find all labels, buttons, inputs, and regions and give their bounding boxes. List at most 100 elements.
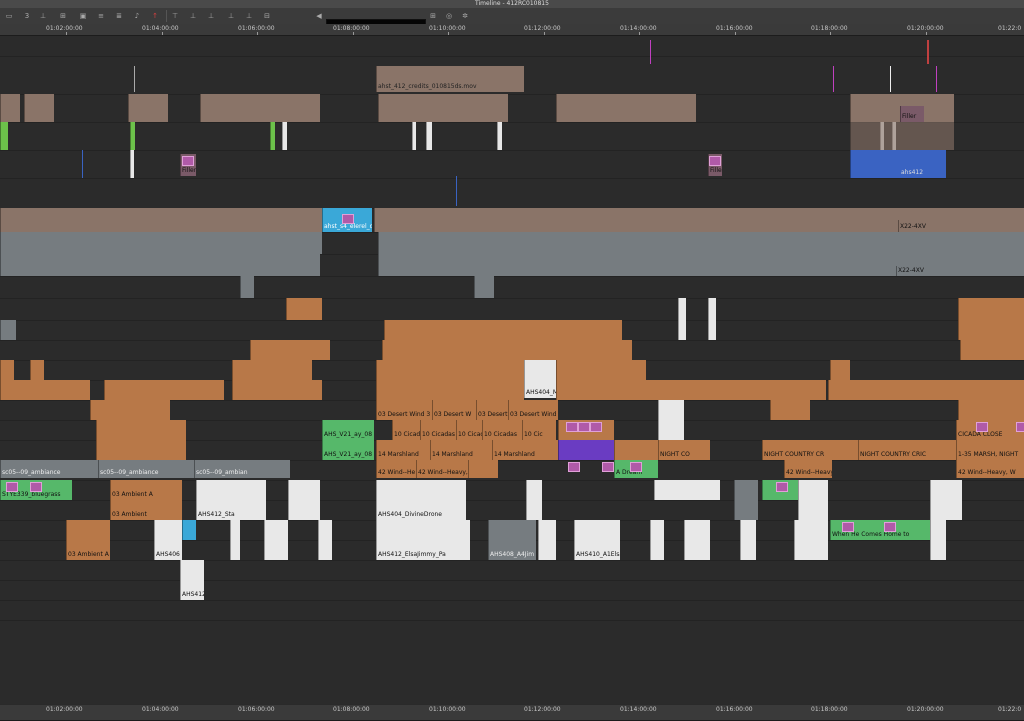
clip[interactable]	[288, 500, 320, 520]
clip-dense[interactable]	[376, 380, 524, 400]
clip-cicadas[interactable]: 10 Cicadas	[420, 420, 456, 440]
clip[interactable]	[286, 298, 322, 320]
clip-ahs412[interactable]: AHS412	[180, 560, 204, 600]
grid-icon[interactable]: ⊞	[428, 11, 438, 21]
clip[interactable]	[497, 122, 502, 150]
clip[interactable]	[426, 122, 432, 150]
clip[interactable]	[90, 400, 170, 420]
clip-night-co[interactable]: NIGHT CO	[658, 440, 710, 460]
mixer-icon[interactable]: ⊤	[170, 11, 180, 21]
clip[interactable]	[282, 122, 287, 150]
clip-night-country[interactable]: NIGHT COUNTRY CRIC	[858, 440, 956, 460]
clip[interactable]	[740, 520, 756, 560]
link-icon[interactable]: ⊥	[188, 11, 198, 21]
clip[interactable]	[270, 122, 275, 150]
marker[interactable]	[927, 40, 929, 64]
clip[interactable]	[232, 360, 312, 380]
clip[interactable]	[770, 400, 810, 420]
overwrite-icon[interactable]: ▣	[78, 11, 88, 21]
clip-cicadas[interactable]: 10 Cicad	[456, 420, 482, 440]
clip[interactable]	[614, 440, 658, 460]
clip[interactable]	[128, 94, 168, 122]
clip[interactable]	[526, 480, 542, 520]
clip[interactable]	[378, 94, 508, 122]
clip[interactable]	[684, 520, 710, 560]
clip[interactable]	[0, 360, 14, 380]
clip-ahs406[interactable]: AHS406	[154, 520, 182, 560]
clip[interactable]	[412, 122, 416, 150]
clip-x22[interactable]: X22-4XV	[898, 220, 928, 232]
clip-wind[interactable]	[468, 460, 498, 478]
clip-marsh[interactable]: 14 Marshland	[492, 440, 558, 460]
focus-icon[interactable]: ⊥	[226, 11, 236, 21]
clip-dense[interactable]	[828, 380, 1024, 400]
clip-cicada-close[interactable]: CICADA CLOSE	[956, 420, 1024, 440]
clip-wind[interactable]: 42 Wind--Heavy, W	[956, 460, 1024, 478]
clip[interactable]	[556, 94, 696, 122]
clip-dense[interactable]	[556, 380, 826, 400]
clip[interactable]	[288, 480, 320, 500]
clip[interactable]	[930, 520, 946, 560]
clip[interactable]	[850, 122, 954, 150]
clip-ambiance[interactable]: sc05--09_ambian	[194, 460, 290, 478]
clip-ahs412[interactable]: ahs412	[850, 150, 946, 178]
settings-icon[interactable]: ✲	[460, 11, 470, 21]
clip-dense[interactable]	[0, 208, 322, 232]
clip-wind[interactable]: 42 Wind--He	[376, 460, 416, 478]
clip[interactable]	[798, 480, 828, 520]
clip-dense[interactable]	[384, 320, 622, 340]
loop-icon[interactable]: ◎	[444, 11, 454, 21]
clip[interactable]	[650, 520, 664, 560]
clip[interactable]	[130, 150, 134, 178]
clip[interactable]	[958, 320, 1024, 340]
clip[interactable]	[96, 420, 186, 440]
clip-x22[interactable]: X22-4XV	[896, 266, 928, 276]
clip[interactable]	[794, 520, 828, 560]
clip[interactable]	[200, 94, 320, 122]
clip-a410[interactable]: AHS410_A1Elsa	[574, 520, 620, 560]
clip-credits[interactable]: ahst_412_credits_010815ds.mov	[376, 66, 524, 92]
timecode-ruler-bottom[interactable]: 01:02:00:00 01:04:00:00 01:06:00:00 01:0…	[0, 705, 1024, 721]
clip-cicadas[interactable]: 10 Cicadas	[482, 420, 522, 440]
clip[interactable]	[24, 94, 54, 122]
clip[interactable]	[960, 340, 1024, 360]
clip-dense[interactable]	[382, 340, 632, 360]
split-icon[interactable]: ⊥	[38, 11, 48, 21]
clip[interactable]	[240, 276, 254, 298]
clip[interactable]	[30, 360, 44, 380]
clip[interactable]	[708, 298, 716, 340]
segment-red-icon[interactable]: ↑	[150, 11, 160, 21]
clip[interactable]	[654, 480, 720, 500]
clip[interactable]	[182, 520, 196, 540]
clip[interactable]	[264, 520, 288, 560]
clip-marsh[interactable]: 14 Marshland	[430, 440, 492, 460]
trim-icon[interactable]: ≣	[114, 11, 124, 21]
clip[interactable]	[232, 380, 322, 400]
clip-divine[interactable]: AHS404_DivineDrone	[376, 480, 466, 520]
clip-marsh-night[interactable]: 1-35 MARSH, NIGHT	[956, 440, 1024, 460]
clip-dense[interactable]	[0, 254, 320, 276]
zoom-out-icon[interactable]: ⊥	[244, 11, 254, 21]
clip[interactable]	[130, 122, 135, 150]
clip[interactable]	[734, 480, 758, 520]
clip[interactable]	[538, 520, 556, 560]
clip[interactable]	[0, 320, 16, 340]
clip-cicadas[interactable]: 10 Cicada	[392, 420, 420, 440]
timecode-ruler-top[interactable]: 01:02:00:00 01:04:00:00 01:06:00:00 01:0…	[0, 24, 1024, 36]
clip[interactable]	[104, 380, 224, 400]
clip-a408[interactable]: AHS408_A4Jim	[488, 520, 536, 560]
clip-filler[interactable]: Filler	[900, 106, 924, 122]
clip-ahs412-sta[interactable]: AHS412_Sta	[196, 480, 266, 520]
clip[interactable]	[0, 94, 20, 122]
clip-elsa[interactable]: AHS412_ElsaJimmy_Pa	[376, 520, 470, 560]
clip[interactable]	[658, 400, 684, 440]
clip[interactable]	[558, 440, 614, 460]
clip-dense[interactable]	[556, 360, 646, 380]
clip-ambiance[interactable]: sc05--09_ambiance	[0, 460, 98, 478]
clip[interactable]	[678, 298, 686, 340]
clip-ambiance[interactable]: sc05--09_ambiance	[98, 460, 194, 478]
clip-ahs-v21[interactable]: AHS_V21_ay_08	[322, 420, 374, 440]
clip-ambient[interactable]: 03 Ambient	[110, 500, 182, 520]
extract-icon[interactable]: ≡	[96, 11, 106, 21]
clip-desert[interactable]: 03 Desert Wind 3	[376, 400, 432, 420]
